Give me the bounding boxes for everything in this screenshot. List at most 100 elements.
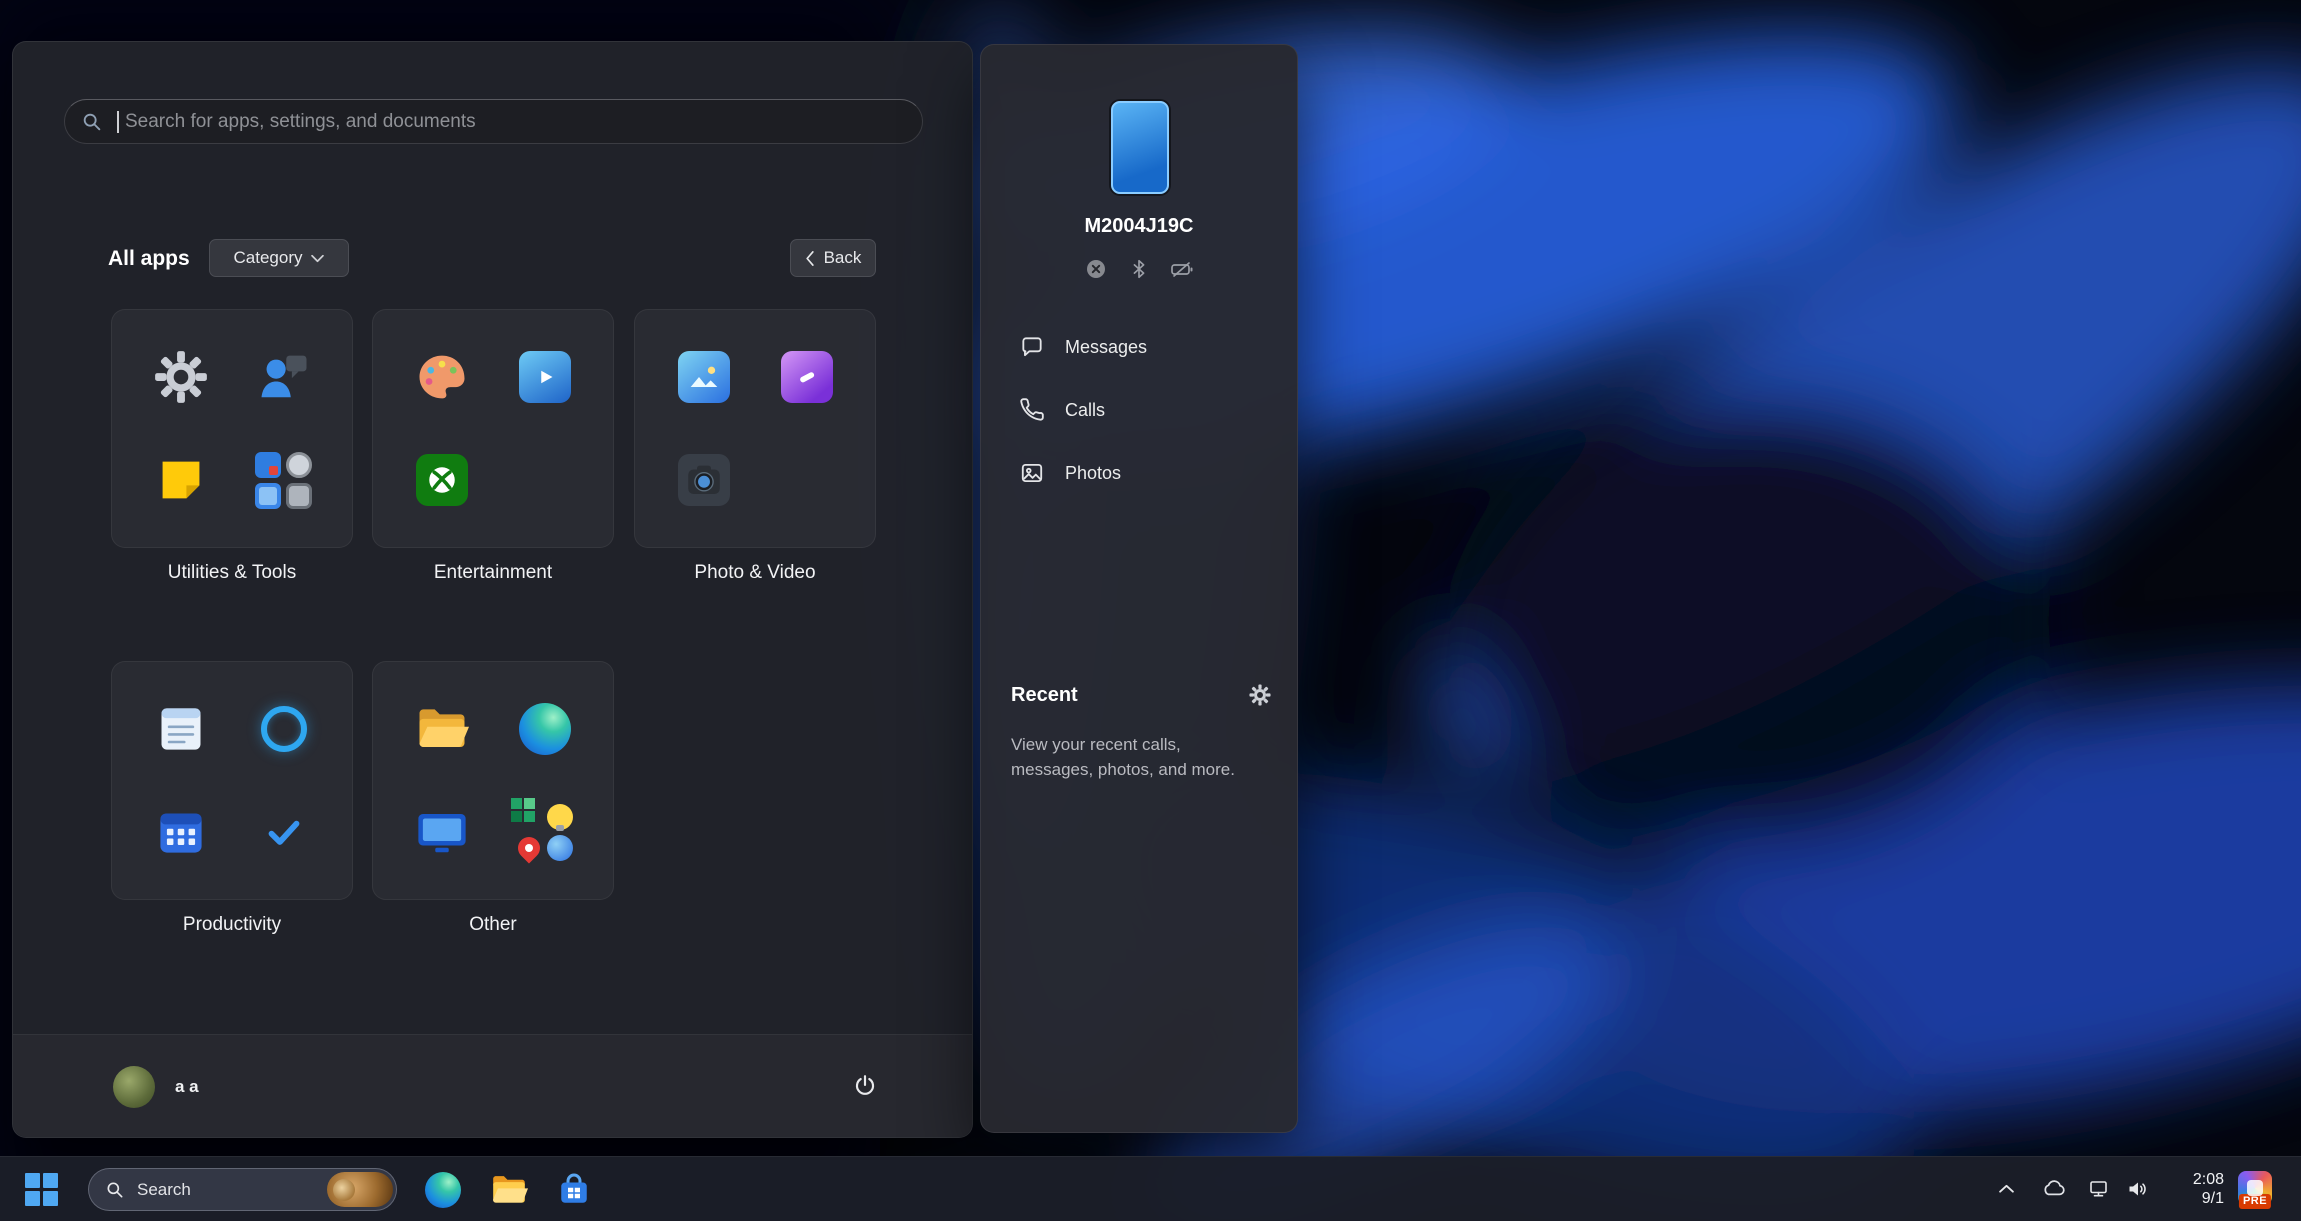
- folder-tile-photo-video[interactable]: [634, 309, 876, 548]
- chevron-up-icon: [1998, 1184, 2014, 1193]
- more-apps-cluster: [510, 798, 574, 864]
- cloud-icon: [2044, 1180, 2065, 1196]
- power-icon: [855, 1075, 875, 1095]
- file-explorer-icon: [493, 1176, 528, 1203]
- clock[interactable]: 2:08 9/1: [2158, 1170, 2224, 1208]
- taskbar-store-button[interactable]: [553, 1169, 595, 1211]
- start-menu-footer: a a: [13, 1034, 972, 1137]
- user-name: a a: [175, 1076, 199, 1096]
- calls-icon: [1020, 398, 1044, 421]
- onedrive-button[interactable]: [2036, 1171, 2072, 1207]
- network-icon: [2090, 1181, 2107, 1197]
- volume-icon: [2129, 1182, 2146, 1196]
- more-apps-cluster: [255, 451, 313, 509]
- mini-app-icon: [255, 451, 281, 478]
- folder-label-entertainment: Entertainment: [433, 562, 553, 583]
- empty-slot: [778, 451, 836, 509]
- menu-item-messages[interactable]: Messages: [995, 322, 1283, 372]
- folder-tile-productivity[interactable]: [111, 661, 353, 900]
- menu-item-label: Photos: [1065, 462, 1122, 483]
- edge-icon: [516, 700, 574, 758]
- battery-off-icon: [1170, 257, 1194, 281]
- bluetooth-icon: [1127, 257, 1151, 281]
- clock-time: 2:08: [2192, 1171, 2224, 1188]
- display-icon: [413, 803, 471, 861]
- phone-link-menu: Messages Calls Photos: [995, 322, 1283, 511]
- todo-icon: [255, 803, 313, 861]
- clipchamp-icon: [778, 348, 836, 406]
- camera-icon: [675, 451, 733, 509]
- back-button-label: Back: [823, 248, 862, 267]
- user-profile-button[interactable]: a a: [99, 1035, 213, 1138]
- mini-app-icon: [547, 803, 573, 831]
- avatar: [113, 1065, 155, 1108]
- menu-item-label: Calls: [1065, 399, 1106, 420]
- taskbar-edge-button[interactable]: [422, 1169, 464, 1211]
- disconnected-icon: [1084, 257, 1108, 281]
- power-button[interactable]: [843, 1064, 887, 1108]
- text-caret: [117, 110, 119, 133]
- taskbar-file-explorer-button[interactable]: [488, 1169, 530, 1211]
- preview-app-button[interactable]: PRE: [2238, 1171, 2272, 1209]
- volume-button[interactable]: [2120, 1171, 2156, 1207]
- mini-app-icon: [510, 798, 542, 830]
- menu-item-label: Messages: [1065, 336, 1148, 357]
- recent-description: View your recent calls, messages, photos…: [1011, 735, 1235, 779]
- preview-badge: PRE: [2238, 1194, 2272, 1209]
- windows-logo-icon: [24, 1173, 58, 1206]
- folder-label-photo-video: Photo & Video: [694, 562, 816, 583]
- search-highlight-image: [327, 1172, 393, 1207]
- clock-date: 9/1: [2201, 1190, 2224, 1207]
- phone-preview-image: [1111, 101, 1169, 194]
- edge-icon: [425, 1172, 461, 1208]
- notepad-icon: [152, 700, 210, 758]
- paint-icon: [413, 348, 471, 406]
- search-icon: [83, 113, 101, 130]
- category-dropdown-label: Category: [233, 248, 303, 267]
- category-dropdown-button[interactable]: Category: [209, 239, 349, 277]
- recent-settings-button[interactable]: [1245, 680, 1275, 710]
- store-icon: [561, 1173, 587, 1203]
- mini-app-icon: [513, 831, 545, 864]
- folder-label-other: Other: [469, 914, 517, 935]
- folder-tile-entertainment[interactable]: [372, 309, 614, 548]
- taskbar-search-label: Search: [137, 1179, 191, 1199]
- back-button[interactable]: Back: [790, 239, 876, 277]
- photos-icon: [675, 348, 733, 406]
- network-button[interactable]: [2082, 1171, 2118, 1207]
- photos-outline-icon: [1021, 463, 1043, 483]
- taskbar-search-box[interactable]: Search: [88, 1168, 397, 1211]
- chevron-down-icon: [311, 254, 325, 262]
- folder-tile-other[interactable]: [372, 661, 614, 900]
- menu-item-calls[interactable]: Calls: [995, 385, 1283, 435]
- chevron-left-icon: [805, 250, 814, 266]
- all-apps-heading: All apps: [108, 247, 190, 270]
- movies-tv-icon: [516, 348, 574, 406]
- device-name: M2004J19C: [1084, 215, 1194, 237]
- feedback-hub-icon: [255, 348, 313, 406]
- phone-status-row: [981, 257, 1297, 281]
- search-icon: [107, 1182, 123, 1197]
- phone-link-panel: M2004J19C Messages Calls Photos Recent V…: [980, 44, 1298, 1133]
- gear-icon: [1249, 684, 1271, 706]
- taskbar: Search 2:08 9/1 PRE: [0, 1156, 2301, 1221]
- start-button[interactable]: [16, 1167, 66, 1212]
- mini-app-icon: [547, 834, 573, 861]
- start-search-box[interactable]: [64, 99, 923, 144]
- search-input[interactable]: [125, 110, 906, 133]
- empty-slot: [516, 451, 574, 509]
- mini-app-icon: [255, 482, 281, 509]
- messages-icon: [1022, 337, 1042, 357]
- folder-icon: [413, 700, 471, 758]
- cortana-icon: [255, 700, 313, 758]
- menu-item-photos[interactable]: Photos: [995, 448, 1283, 498]
- mini-app-icon: [286, 482, 312, 509]
- folder-label-utilities-tools: Utilities & Tools: [167, 562, 297, 583]
- recent-heading: Recent: [1011, 683, 1078, 706]
- sticky-notes-icon: [152, 451, 210, 509]
- settings-icon: [152, 348, 210, 406]
- mini-app-icon: [286, 451, 312, 478]
- start-menu-panel: All apps Category Back: [12, 41, 973, 1138]
- folder-tile-utilities-tools[interactable]: [111, 309, 353, 548]
- hidden-icons-button[interactable]: [1988, 1171, 2024, 1207]
